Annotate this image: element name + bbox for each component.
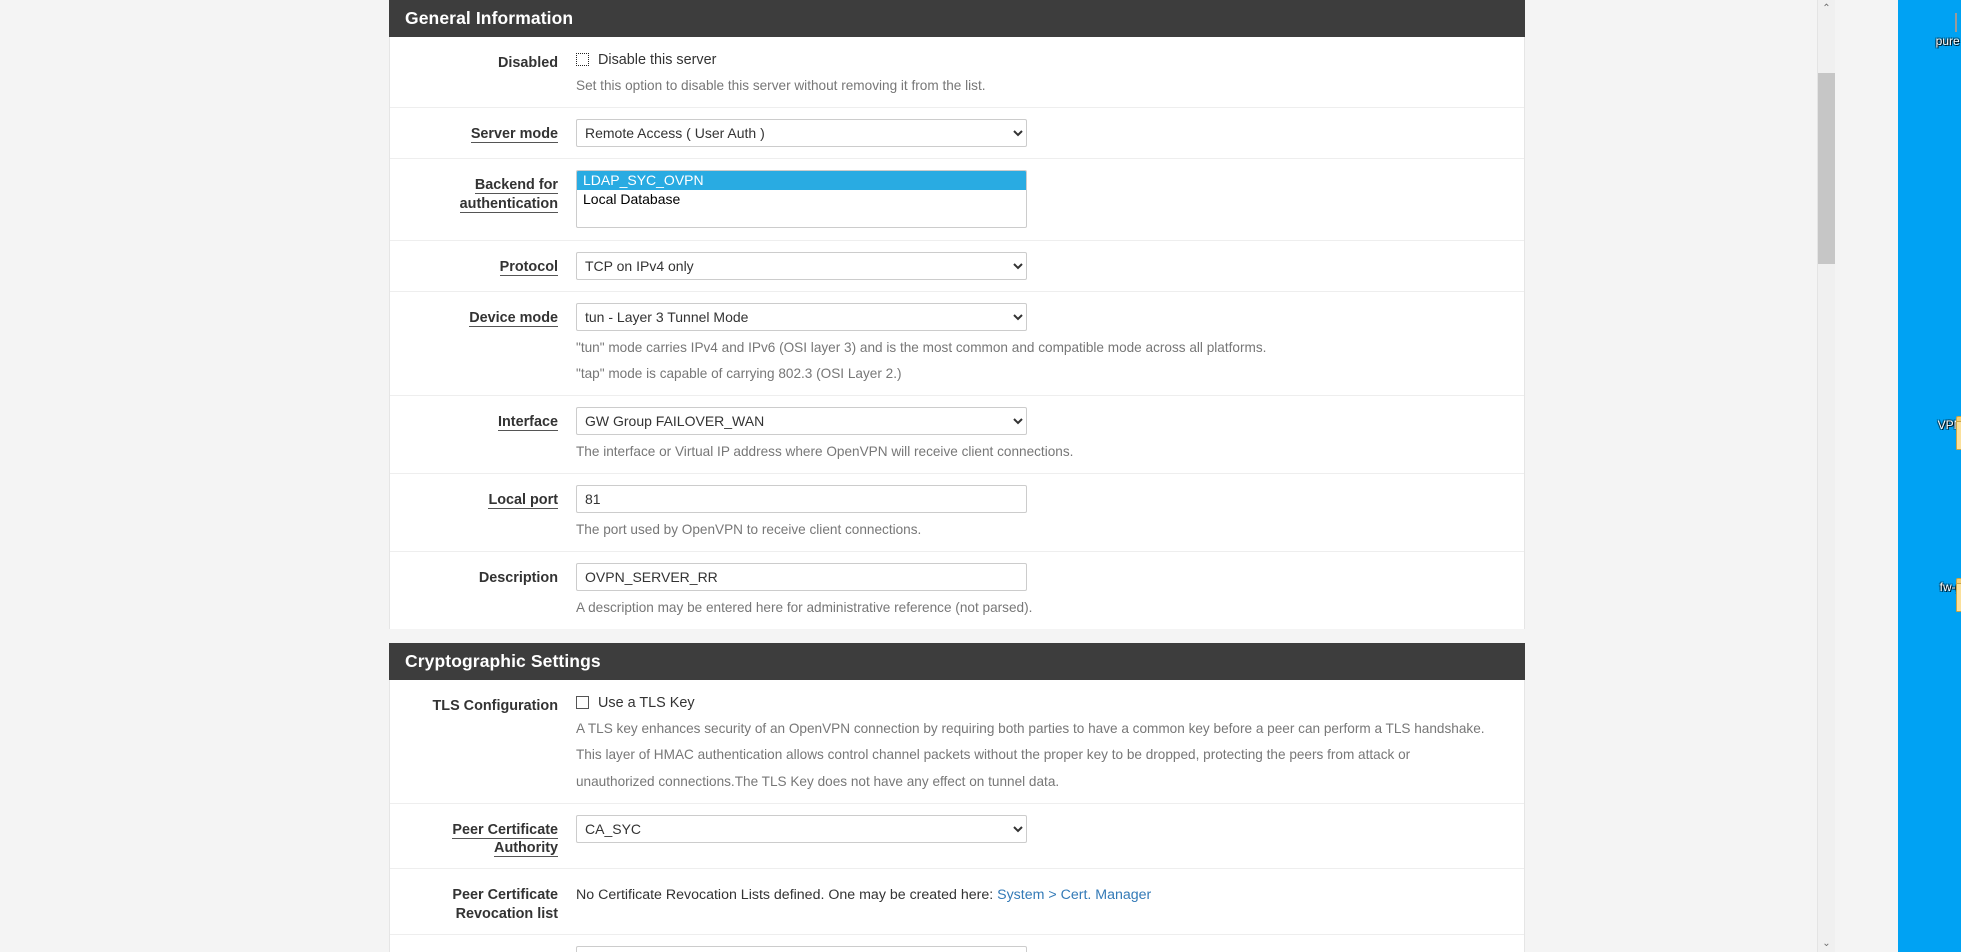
field-row-peer-certificate-authority: Peer Certificate Authority CA_SYC (390, 804, 1524, 870)
field-label-disabled: Disabled (498, 55, 558, 71)
section-body-general-information: Disabled Disable this server Set this op… (389, 37, 1525, 630)
help-description: A description may be entered here for ad… (576, 600, 1033, 616)
field-row-interface: Interface GW Group FAILOVER_WAN The inte… (390, 396, 1524, 475)
field-row-description: Description A description may be entered… (390, 552, 1524, 629)
scrollbar-down-arrow-icon[interactable]: ⌄ (1818, 935, 1835, 952)
help-device-mode-tap: "tap" mode is capable of carrying 802.3 … (576, 366, 902, 382)
description-input[interactable] (576, 563, 1027, 592)
field-label-peer-certificate-revocation-list: Peer Certificate Revocation list (452, 887, 558, 922)
server-certificate-select[interactable]: syc-ovpn-server-rr (Server: Yes, CA: CA_… (576, 946, 1027, 952)
page-left-gutter (0, 0, 389, 952)
field-row-device-mode: Device mode tun - Layer 3 Tunnel Mode "t… (390, 292, 1524, 397)
use-a-tls-key-label: Use a TLS Key (598, 694, 695, 711)
section-body-cryptographic-settings: TLS Configuration Use a TLS Key A TLS ke… (389, 680, 1525, 952)
field-label-server-mode: Server mode (470, 126, 558, 144)
field-label-backend-for-authentication: Backend for authentication (459, 177, 558, 213)
browser-page: General Information Disabled Disable thi… (0, 0, 1898, 952)
field-row-protocol: Protocol TCP on IPv4 only (390, 241, 1524, 293)
screen: General Information Disabled Disable thi… (0, 0, 1961, 952)
help-tls-line3: unauthorized connections.The TLS Key doe… (576, 773, 1060, 789)
field-row-peer-certificate-revocation-list: Peer Certificate Revocation list No Cert… (390, 869, 1524, 936)
device-mode-select[interactable]: tun - Layer 3 Tunnel Mode (576, 303, 1027, 332)
section-header-cryptographic-settings: Cryptographic Settings (389, 643, 1525, 681)
desktop-icon-vpn-syc[interactable]: VPN-S (1918, 416, 1961, 450)
field-label-interface: Interface (498, 414, 558, 432)
field-label-tls-configuration: TLS Configuration (432, 698, 559, 715)
crl-status-message: No Certificate Revocation Lists defined.… (576, 887, 998, 904)
cert-manager-link[interactable]: System > Cert. Manager (997, 887, 1151, 903)
scrollbar-thumb[interactable] (1818, 73, 1835, 264)
field-label-server-certificate: Server certificate (390, 946, 576, 952)
protocol-select[interactable]: TCP on IPv4 only (576, 252, 1027, 281)
backend-for-authentication-multiselect[interactable]: LDAP_SYC_OVPN Local Database (576, 170, 1027, 229)
field-label-local-port: Local port (488, 492, 558, 510)
server-mode-select[interactable]: Remote Access ( User Auth ) (576, 119, 1027, 148)
help-tls-line2: This layer of HMAC authentication allows… (576, 747, 1411, 763)
backend-option-ldap: LDAP_SYC_OVPN (577, 171, 1026, 190)
field-row-backend-for-authentication: Backend for authentication LDAP_SYC_OVPN… (390, 159, 1524, 242)
field-row-local-port: Local port The port used by OpenVPN to r… (390, 474, 1524, 553)
help-disabled: Set this option to disable this server w… (576, 78, 986, 93)
peer-certificate-authority-select[interactable]: CA_SYC (576, 814, 1027, 843)
help-interface: The interface or Virtual IP address wher… (576, 444, 1074, 460)
disable-this-server-checkbox-group[interactable]: Disable this server (576, 50, 1510, 69)
disable-this-server-label: Disable this server (598, 51, 717, 68)
field-label-peer-certificate-authority: Peer Certificate Authority (452, 821, 558, 857)
section-header-general-information: General Information (389, 0, 1525, 37)
section-gap (389, 629, 1525, 644)
openvpn-server-form: General Information Disabled Disable thi… (389, 0, 1525, 952)
help-device-mode-tun: "tun" mode carries IPv4 and IPv6 (OSI la… (576, 340, 1267, 356)
crl-status-text: No Certificate Revocation Lists defined.… (576, 880, 1510, 906)
field-label-description: Description (478, 570, 558, 587)
field-row-tls-configuration: TLS Configuration Use a TLS Key A TLS ke… (390, 680, 1524, 804)
field-label-device-mode: Device mode (469, 310, 558, 328)
interface-select[interactable]: GW Group FAILOVER_WAN (576, 407, 1027, 436)
document-icon (1955, 13, 1957, 32)
field-row-server-mode: Server mode Remote Access ( User Auth ) (390, 108, 1524, 160)
field-row-disabled: Disabled Disable this server Set this op… (390, 37, 1524, 109)
local-port-input[interactable] (576, 485, 1027, 514)
use-a-tls-key-checkbox[interactable] (576, 696, 589, 710)
desktop-background: pure ftp VPN-S fw-gat (1898, 0, 1961, 952)
field-label-protocol: Protocol (499, 259, 558, 277)
desktop-icon-label-pure-ftp: pure ftp (1935, 34, 1961, 48)
desktop-icon-pure-ftp[interactable]: pure ftp (1918, 13, 1961, 48)
page-scrollbar[interactable]: ⌃ ⌄ (1817, 0, 1835, 952)
help-local-port: The port used by OpenVPN to receive clie… (576, 522, 922, 538)
desktop-icon-label-vpn-syc: VPN-S (1937, 418, 1961, 432)
scrollbar-up-arrow-icon[interactable]: ⌃ (1818, 0, 1835, 17)
backend-option-local-db: Local Database (577, 190, 1026, 209)
help-tls-line1: A TLS key enhances security of an OpenVP… (576, 721, 1485, 737)
field-row-server-certificate: Server certificate syc-ovpn-server-rr (S… (390, 935, 1524, 952)
desktop-icon-label-fw-gateway: fw-gat (1939, 580, 1961, 594)
desktop-icon-fw-gateway[interactable]: fw-gat (1918, 578, 1961, 612)
use-a-tls-key-checkbox-group[interactable]: Use a TLS Key (576, 693, 1510, 712)
disable-this-server-checkbox[interactable] (576, 53, 589, 66)
